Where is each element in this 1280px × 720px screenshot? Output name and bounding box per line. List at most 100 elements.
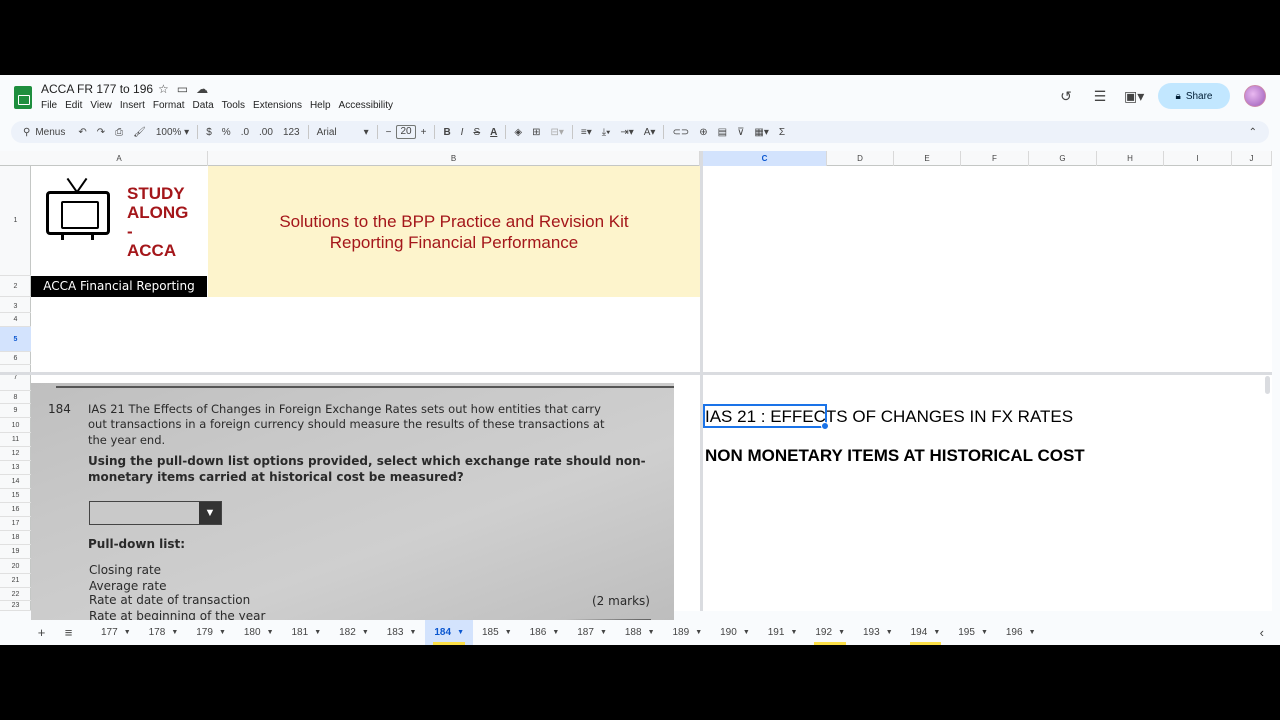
column-header-e[interactable]: E [894, 151, 961, 166]
sheet-tab-177[interactable]: 177 ▼ [92, 620, 140, 645]
tab-menu-caret-icon[interactable]: ▼ [933, 629, 940, 636]
tab-menu-caret-icon[interactable]: ▼ [505, 629, 512, 636]
sheet-tab-189[interactable]: 189 ▼ [664, 620, 712, 645]
sheet-tab-191[interactable]: 191 ▼ [759, 620, 807, 645]
menu-insert[interactable]: Insert [120, 100, 145, 111]
redo-icon[interactable]: ↷ [92, 127, 110, 138]
sheet-tab-193[interactable]: 193 ▼ [854, 620, 902, 645]
insert-link-icon[interactable]: ⊂⊃ [667, 127, 694, 138]
sheet-tab-188[interactable]: 188 ▼ [616, 620, 664, 645]
row-header-7[interactable]: 7 [0, 365, 31, 391]
column-header-i[interactable]: I [1164, 151, 1232, 166]
tab-menu-caret-icon[interactable]: ▼ [648, 629, 655, 636]
text-wrapping-icon[interactable]: ⇥▾ [615, 127, 638, 138]
column-header-h[interactable]: H [1097, 151, 1164, 166]
sheet-grid[interactable]: ABCDEFGHIJ 1 2 3 4 5 6 7 8 9 10 11 12 13 14 15 16 17 18 19… [0, 151, 1272, 639]
tab-menu-caret-icon[interactable]: ▼ [695, 629, 702, 636]
menu-help[interactable]: Help [310, 100, 331, 111]
row-header-22[interactable]: 22 [0, 588, 31, 601]
column-header-b[interactable]: B [208, 151, 700, 166]
row-header-21[interactable]: 21 [0, 574, 31, 588]
row-header-10[interactable]: 10 [0, 418, 31, 433]
row-header-17[interactable]: 17 [0, 517, 31, 531]
frozen-column-divider[interactable] [700, 151, 703, 611]
sheets-logo-icon[interactable] [14, 86, 32, 109]
row-header-14[interactable]: 14 [0, 475, 31, 489]
sheet-tab-184[interactable]: 184 ▼ [425, 620, 473, 645]
decrease-font-size-button[interactable]: − [381, 127, 397, 138]
row-header-15[interactable]: 15 [0, 489, 31, 503]
question-image[interactable]: 184 IAS 21 The Effects of Changes in For… [31, 383, 674, 639]
row-header-9[interactable]: 9 [0, 404, 31, 418]
row-header-18[interactable]: 18 [0, 531, 31, 545]
vertical-align-icon[interactable]: ⤓▾ [597, 127, 616, 138]
cell-c7[interactable]: NON MONETARY ITEMS AT HISTORICAL COST [705, 446, 1085, 466]
text-color-button[interactable]: A [485, 127, 502, 138]
menu-format[interactable]: Format [153, 100, 185, 111]
active-cell-selection[interactable] [703, 404, 829, 430]
borders-icon[interactable]: ⊞ [527, 127, 545, 138]
text-rotation-button[interactable]: A▾ [639, 127, 661, 138]
decrease-decimal-button[interactable]: .0 [236, 127, 254, 138]
collapse-toolbar-icon[interactable]: ⌃ [1244, 127, 1269, 138]
strikethrough-button[interactable]: S [468, 127, 485, 138]
filter-icon[interactable]: ⊽ [732, 127, 749, 138]
tab-menu-caret-icon[interactable]: ▼ [171, 629, 178, 636]
row-header-11[interactable]: 11 [0, 433, 31, 447]
percent-format-button[interactable]: % [217, 127, 236, 138]
folder-icon[interactable]: ▭ [177, 82, 188, 96]
meet-icon[interactable]: ▣▾ [1124, 88, 1144, 105]
tab-menu-caret-icon[interactable]: ▼ [600, 629, 607, 636]
row-header-16[interactable]: 16 [0, 503, 31, 517]
tab-menu-caret-icon[interactable]: ▼ [886, 629, 893, 636]
row-header-1[interactable]: 1 [0, 166, 31, 276]
insert-chart-icon[interactable]: ▤ [713, 127, 732, 138]
functions-icon[interactable]: Σ [774, 127, 790, 138]
sheet-tab-187[interactable]: 187 ▼ [568, 620, 616, 645]
column-header-g[interactable]: G [1029, 151, 1097, 166]
tab-menu-caret-icon[interactable]: ▼ [314, 629, 321, 636]
merge-cells-icon[interactable]: ⊟▾ [545, 127, 568, 138]
column-header-j[interactable]: J [1232, 151, 1272, 166]
paint-format-icon[interactable]: 🖌︎ [128, 127, 151, 138]
column-header-f[interactable]: F [961, 151, 1029, 166]
sheet-tab-181[interactable]: 181 ▼ [283, 620, 331, 645]
sheet-tab-180[interactable]: 180 ▼ [235, 620, 283, 645]
menu-view[interactable]: View [90, 100, 112, 111]
avatar[interactable] [1244, 85, 1266, 107]
column-header-c[interactable]: C [703, 151, 827, 166]
row-header-20[interactable]: 20 [0, 559, 31, 574]
print-icon[interactable]: ⎙ [110, 127, 128, 138]
zoom-select[interactable]: 100% ▾ [151, 127, 194, 138]
row-header-23[interactable]: 23 [0, 601, 31, 611]
document-title[interactable]: ACCA FR 177 to 196 [41, 82, 153, 96]
tab-menu-caret-icon[interactable]: ▼ [552, 629, 559, 636]
search-menus[interactable]: ⚲ Menus [17, 127, 73, 138]
sheet-tab-195[interactable]: 195 ▼ [949, 620, 997, 645]
row-header-4[interactable]: 4 [0, 313, 31, 327]
tab-menu-caret-icon[interactable]: ▼ [409, 629, 416, 636]
sheet-tab-194[interactable]: 194 ▼ [902, 620, 950, 645]
menu-file[interactable]: File [41, 100, 57, 111]
sheet-tab-179[interactable]: 179 ▼ [187, 620, 235, 645]
banner-title-cell[interactable]: Solutions to the BPP Practice and Revisi… [208, 166, 700, 297]
comments-icon[interactable]: ☰ [1090, 88, 1110, 105]
row-header-6[interactable]: 6 [0, 352, 31, 365]
menu-accessibility[interactable]: Accessibility [339, 100, 393, 111]
number-format-button[interactable]: 123 [278, 127, 305, 138]
tab-menu-caret-icon[interactable]: ▼ [981, 629, 988, 636]
vertical-scrollbar[interactable] [1265, 376, 1270, 394]
sheet-tab-186[interactable]: 186 ▼ [521, 620, 569, 645]
add-sheet-icon[interactable]: + [28, 625, 55, 640]
increase-decimal-button[interactable]: .00 [254, 127, 278, 138]
row-header-2[interactable]: 2 [0, 276, 31, 297]
tab-menu-caret-icon[interactable]: ▼ [743, 629, 750, 636]
tab-menu-caret-icon[interactable]: ▼ [838, 629, 845, 636]
all-sheets-icon[interactable]: ≡ [55, 625, 82, 640]
column-header-a[interactable]: A [31, 151, 208, 166]
row-header-12[interactable]: 12 [0, 447, 31, 461]
undo-icon[interactable]: ↶ [73, 127, 91, 138]
menu-edit[interactable]: Edit [65, 100, 82, 111]
sheet-tab-190[interactable]: 190 ▼ [711, 620, 759, 645]
tab-menu-caret-icon[interactable]: ▼ [124, 629, 131, 636]
